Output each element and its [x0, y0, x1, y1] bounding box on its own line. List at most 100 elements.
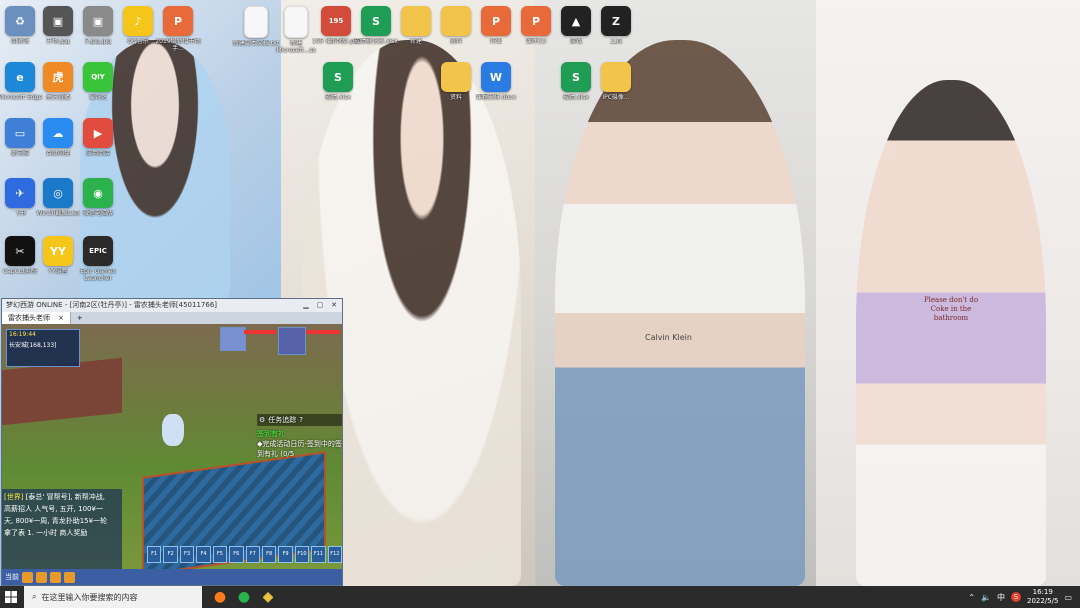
player-character[interactable]	[162, 414, 184, 446]
feishu-icon: ✈	[5, 178, 35, 208]
desktop-icon-label: IPC摄像...	[602, 94, 630, 101]
player-avatar[interactable]	[278, 327, 306, 355]
desktop-icon[interactable]: EPIC Epic Games Launcher	[78, 236, 118, 282]
desktop-icon[interactable]: QIY 爱奇艺	[78, 62, 118, 101]
desktop-icon[interactable]: 资料	[436, 6, 476, 45]
system-tray: ⌃ 🔈 中 S 16:19 2022/5/5 ▭	[968, 586, 1080, 608]
chat-text: 高薪招人 人气号, 五开, 100¥一	[4, 505, 103, 513]
quest-title[interactable]: 签到有礼	[257, 429, 342, 439]
clock-date: 2022/5/5	[1026, 597, 1059, 605]
gear-icon[interactable]: ⚙	[259, 416, 265, 424]
start-button[interactable]	[0, 586, 22, 608]
desktop-icon[interactable]: ▣ 5.jpg.jpg	[78, 6, 118, 45]
desktop-icon-label: 2019级新增市场手...	[155, 38, 201, 52]
desktop-icon[interactable]: 新建文本文档.txt	[233, 6, 279, 47]
folder-icon	[401, 6, 431, 36]
desktop-icon[interactable]: P 作业	[476, 6, 516, 45]
desktop-icon[interactable]: S 成绩.xlsx	[556, 62, 596, 101]
volume-icon[interactable]: 🔈	[981, 593, 991, 602]
desktop-icon[interactable]: Z 工具	[596, 6, 636, 45]
pet-avatar[interactable]	[220, 327, 246, 351]
folder-icon	[441, 62, 471, 92]
game-tab[interactable]: 雷农捕头老师 ×	[2, 312, 71, 324]
taskbar-search-input[interactable]: ⌕ 在这里输入你要搜索的内容	[24, 586, 202, 608]
word-file-icon: W	[481, 62, 511, 92]
game-window[interactable]: 梦幻西游 ONLINE - [河南2区(牡丹亭)] - 雷农捕头老师[45011…	[1, 298, 343, 586]
minimize-button[interactable]: ▁	[302, 299, 310, 312]
wechat-icon[interactable]: ●	[232, 586, 256, 608]
desktop-icon[interactable]: 195 195 (翻译版).pdf	[312, 6, 360, 45]
skill-slot[interactable]: F6	[229, 546, 244, 563]
game-bottom-bar: 当前	[2, 569, 342, 585]
desktop-icon[interactable]: S 成绩登记表.xlsx	[354, 6, 398, 45]
firefox-icon[interactable]: ●	[208, 586, 232, 608]
tool-file-icon: Z	[601, 6, 631, 36]
chat-line: 天, 800¥一周, 青龙扑助15¥一轮	[4, 515, 120, 527]
wallpaper-band-text: Calvin Klein	[645, 333, 692, 342]
minimap-box[interactable]: 16:19:44 长安城[168,133]	[6, 329, 80, 367]
tab-close-icon[interactable]: ×	[58, 312, 64, 324]
skill-slot[interactable]: F1	[147, 546, 162, 563]
desktop-icon[interactable]: ♪ QQ音乐	[118, 6, 158, 45]
game-tab-label: 雷农捕头老师	[8, 314, 50, 322]
chat-line: 拿了表 1. 一小时 商人奖励	[4, 527, 120, 539]
desktop-icon[interactable]: ◎ Win10截图工具	[37, 178, 79, 217]
huya-icon: 虎	[43, 62, 73, 92]
help-icon[interactable]: ?	[299, 416, 303, 424]
desktop-icon[interactable]: 新建	[396, 6, 436, 45]
chat-channel-label[interactable]: 当前	[5, 572, 19, 582]
desktop-icon[interactable]: P 2019级新增市场手...	[155, 6, 201, 52]
game-file-icon: ▲	[561, 6, 591, 36]
desktop-icon-label: 课程安排.docx	[475, 94, 517, 101]
close-button[interactable]: ✕	[330, 299, 338, 312]
quest-tracker[interactable]: ⚙ 任务追踪 ? 签到有礼 ◆完成活动日历-签到中的签到有礼 (0/5	[257, 414, 342, 459]
xls-file-icon: S	[361, 6, 391, 36]
chat-panel[interactable]: [世界] [泰总' 冒帮号], 新帮冲战, 高薪招人 人气号, 五开, 100¥一…	[2, 489, 122, 577]
taskbar-apps: ● ● ◆	[208, 586, 280, 608]
text-file-icon	[284, 6, 308, 38]
desktop-icon[interactable]: P 课件(1)	[516, 6, 556, 45]
skill-slot[interactable]: F4	[196, 546, 211, 563]
skill-slot[interactable]: F9	[278, 546, 293, 563]
desktop-icon[interactable]: ☁ 百度网盘	[38, 118, 78, 157]
skill-slot[interactable]: F7	[245, 546, 260, 563]
toolbar-icon[interactable]	[36, 571, 47, 583]
wps-tray-icon[interactable]: S	[1010, 592, 1021, 602]
skill-slot[interactable]: F2	[163, 546, 178, 563]
desktop-icon[interactable]: S 成绩.xlsx	[318, 62, 358, 101]
desktop-icon[interactable]: YY YY语音	[38, 236, 78, 275]
skill-slot[interactable]: F10	[294, 546, 310, 563]
desktop-icon-label: 成绩.xlsx	[325, 94, 351, 101]
chat-channel-tag: [世界]	[4, 493, 26, 501]
desktop-icon[interactable]: ▲ 游戏	[556, 6, 596, 45]
desktop-icon[interactable]: ▶ 应用商店	[78, 118, 118, 157]
desktop-icon[interactable]: 新建Microsoft...ss	[276, 6, 316, 54]
taskbar-clock[interactable]: 16:19 2022/5/5	[1027, 588, 1058, 606]
ime-indicator[interactable]: 中	[997, 592, 1005, 603]
menghuan-game-icon[interactable]: ◆	[256, 586, 280, 608]
skill-slot[interactable]: F11	[311, 546, 326, 563]
skill-slot[interactable]: F8	[261, 546, 277, 563]
image-file-icon: ▣	[43, 6, 73, 36]
game-scene[interactable]: 16:19:44 长安城[168,133] ⚙ 任务追踪 ? 签到有礼 ◆完成活…	[2, 324, 342, 585]
tab-add-button[interactable]: +	[71, 312, 83, 324]
clock-time: 16:19	[1032, 588, 1053, 596]
desktop-icon[interactable]: 虎虎牙直播	[38, 62, 78, 101]
skill-slot[interactable]: F5	[212, 546, 228, 563]
desktop-icon[interactable]: 资料	[436, 62, 476, 101]
desktop-icon[interactable]: W 课程安排.docx	[476, 62, 516, 101]
toolbar-icon[interactable]	[50, 571, 61, 583]
skill-slot[interactable]: F3	[179, 546, 195, 563]
restore-button[interactable]: ▢	[316, 299, 324, 312]
notification-icon[interactable]: ▭	[1064, 593, 1072, 602]
game-titlebar[interactable]: 梦幻西游 ONLINE - [河南2区(牡丹亭)] - 雷农捕头老师[45011…	[2, 299, 342, 312]
toolbar-icon[interactable]	[64, 571, 75, 583]
player-hp-bar	[306, 330, 340, 334]
chevron-up-icon[interactable]: ⌃	[968, 593, 975, 602]
desktop-icon[interactable]: ◉ 微信电脑版	[78, 178, 118, 217]
pet-hp-bar	[244, 330, 276, 334]
toolbar-icon[interactable]	[22, 571, 33, 583]
desktop-icon[interactable]: IPC摄像...	[596, 62, 636, 101]
skill-slot[interactable]: F12	[327, 546, 342, 563]
desktop-icon[interactable]: ▣ 开场.jpg	[38, 6, 78, 45]
